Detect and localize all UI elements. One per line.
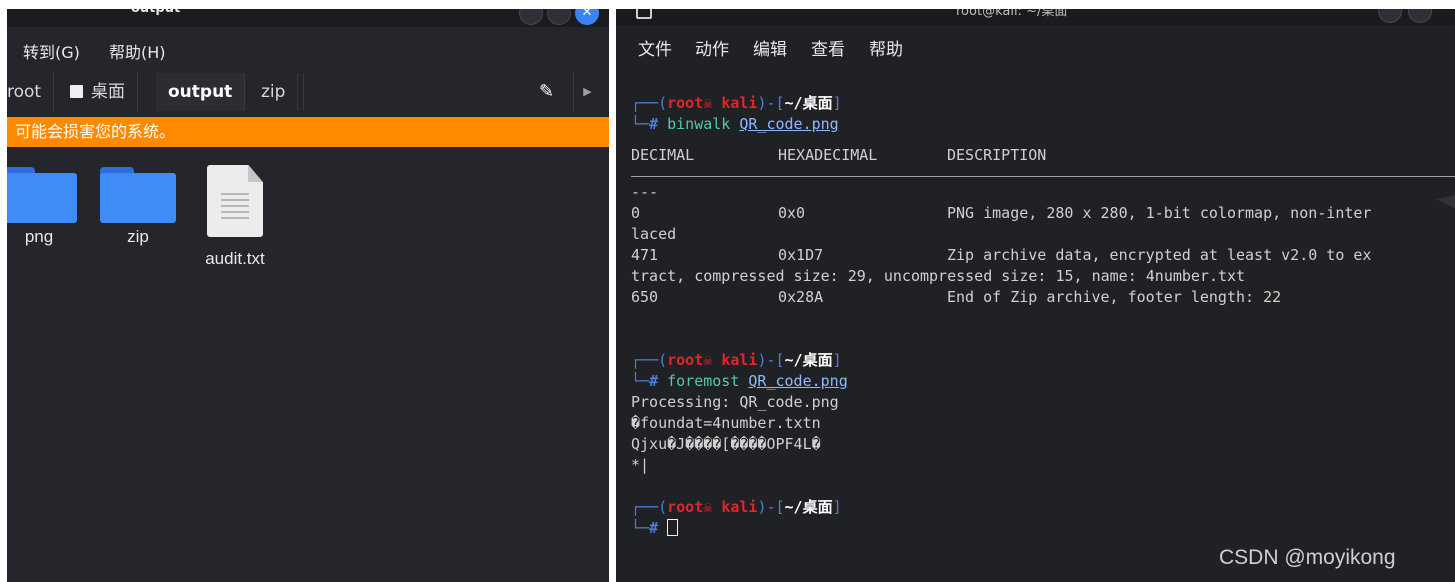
window-title: root@kali: ~/桌面 <box>956 9 1068 19</box>
csdn-watermark: CSDN @moyikong <box>1219 546 1396 569</box>
menu-help[interactable]: 帮助(H) <box>109 39 166 63</box>
warning-banner: 可能会损害您的系统。 <box>7 117 609 147</box>
path-bar: root 桌面 output zip ✎ ▶ <box>7 73 609 111</box>
menu-view[interactable]: 查看 <box>811 35 845 60</box>
path-button-output[interactable]: output <box>156 73 246 111</box>
table-row-cont: laced <box>631 225 677 243</box>
output-line: �foundat=4number.txtn <box>631 414 821 432</box>
table-row: 471 0x1D7 Zip archive data, encrypted at l… <box>631 246 1372 264</box>
file-name: zip <box>127 227 149 246</box>
output-line: *| <box>631 456 650 474</box>
path-button-desktop[interactable]: 桌面 <box>58 73 138 111</box>
chevron-right-icon: ▶ <box>583 85 592 98</box>
menu-bar: 转到(G) 帮助(H) <box>7 27 609 71</box>
separator-line <box>631 176 1455 177</box>
table-row: 0 0x0 PNG image, 280 x 280, 1-bit colormap… <box>631 204 1372 222</box>
folder-icon <box>100 159 176 223</box>
table-row: 650 0x28A End of Zip archive, footer lengt… <box>631 288 1282 306</box>
file-name: png <box>24 227 54 246</box>
minimize-button[interactable] <box>519 9 543 25</box>
close-icon: ✕ <box>581 9 593 20</box>
file-name: audit.txt <box>205 249 265 268</box>
folder-icon <box>7 159 77 223</box>
folder-zip[interactable]: zip <box>93 159 183 247</box>
binwalk-header: DECIMAL HEXADECIMAL DESCRIPTION <box>631 146 1047 164</box>
separator-dashes: --- <box>631 183 659 201</box>
menu-file[interactable]: 文件 <box>638 35 672 60</box>
path-button-zip[interactable]: zip <box>249 73 299 111</box>
text-file-icon <box>207 165 263 237</box>
menu-actions[interactable]: 动作 <box>695 35 729 60</box>
skull-icon: ☠ <box>703 498 722 516</box>
file-audit-txt[interactable]: audit.txt <box>190 161 280 269</box>
terminal-window: root@kali: ~/桌面 文件 动作 编辑 查看 帮助 ┌──(root☠… <box>616 9 1455 582</box>
cursor <box>667 519 679 536</box>
folder-png[interactable]: png <box>7 159 84 247</box>
output-line: Processing: QR_code.png <box>631 393 839 411</box>
skull-icon: ☠ <box>703 351 722 369</box>
table-row-cont: tract, compressed size: 29, uncompressed… <box>631 267 1246 285</box>
path-button-root[interactable]: root <box>7 73 55 111</box>
terminal-output[interactable]: ┌──(root☠ kali)-[~/桌面] └─# binwalk QR_co… <box>631 93 1455 539</box>
menu-go[interactable]: 转到(G) <box>23 39 80 63</box>
scroll-right-button[interactable]: ▶ <box>573 73 601 111</box>
window-title: output <box>131 9 180 16</box>
minimize-button[interactable] <box>1378 9 1402 23</box>
menu-help[interactable]: 帮助 <box>869 35 903 60</box>
command-line: └─# binwalk QR_code.png <box>631 115 839 133</box>
title-bar: root@kali: ~/桌面 <box>616 9 1455 25</box>
edit-path-icon[interactable]: ✎ <box>539 81 554 102</box>
prompt-line: ┌──(root☠ kali)-[~/桌面] <box>631 94 842 112</box>
prompt-line: ┌──(root☠ kali)-[~/桌面] <box>631 498 842 516</box>
output-line: Qjxu�J����[����OPF4L� <box>631 435 821 453</box>
desktop-icon <box>70 85 83 98</box>
close-button[interactable]: ✕ <box>575 9 599 25</box>
menu-bar: 文件 动作 编辑 查看 帮助 <box>616 25 1455 65</box>
file-manager-window: output ✕ 转到(G) 帮助(H) root 桌面 output zip … <box>7 9 609 582</box>
window-menu-icon[interactable] <box>636 9 652 19</box>
command-line: └─# foremost QR_code.png <box>631 372 848 390</box>
menu-edit[interactable]: 编辑 <box>753 35 787 60</box>
command-line: └─# <box>631 518 1455 539</box>
maximize-button[interactable] <box>547 9 571 25</box>
skull-icon: ☠ <box>703 94 722 112</box>
path-button-label: 桌面 <box>91 82 125 102</box>
prompt-line: ┌──(root☠ kali)-[~/桌面] <box>631 351 842 369</box>
path-entry-area[interactable] <box>303 73 563 111</box>
maximize-button[interactable] <box>1408 9 1432 23</box>
title-bar: output ✕ <box>7 9 609 27</box>
